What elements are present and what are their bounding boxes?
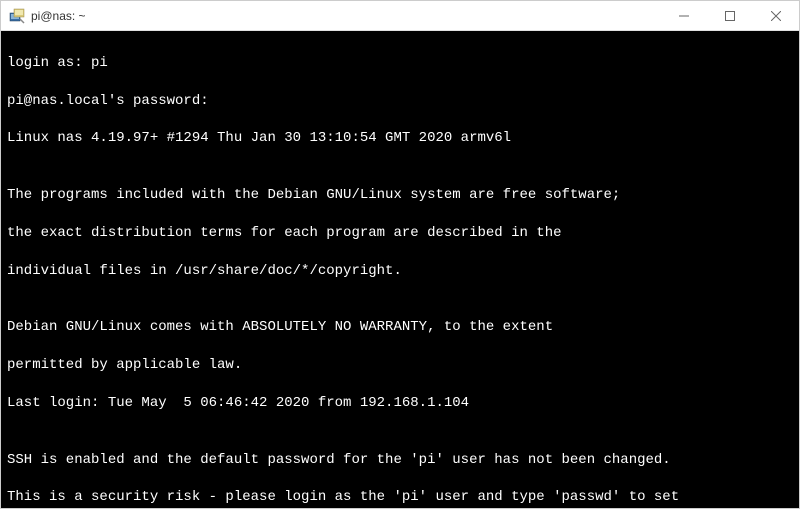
- terminal-line: login as: pi: [7, 54, 793, 73]
- terminal-line: Debian GNU/Linux comes with ABSOLUTELY N…: [7, 318, 793, 337]
- minimize-button[interactable]: [661, 1, 707, 30]
- terminal-line: individual files in /usr/share/doc/*/cop…: [7, 262, 793, 281]
- putty-icon: [9, 8, 25, 24]
- terminal-line: pi@nas.local's password:: [7, 92, 793, 111]
- terminal-line: Linux nas 4.19.97+ #1294 Thu Jan 30 13:1…: [7, 129, 793, 148]
- terminal-line: Last login: Tue May 5 06:46:42 2020 from…: [7, 394, 793, 413]
- titlebar[interactable]: pi@nas: ~: [1, 1, 799, 31]
- terminal-line: the exact distribution terms for each pr…: [7, 224, 793, 243]
- window-title: pi@nas: ~: [31, 9, 661, 23]
- terminal-line: The programs included with the Debian GN…: [7, 186, 793, 205]
- putty-window: pi@nas: ~ login as: pi pi@nas.local's pa…: [0, 0, 800, 509]
- terminal-line: permitted by applicable law.: [7, 356, 793, 375]
- terminal-area[interactable]: login as: pi pi@nas.local's password: Li…: [1, 31, 799, 508]
- close-button[interactable]: [753, 1, 799, 30]
- window-controls: [661, 1, 799, 30]
- terminal-line: This is a security risk - please login a…: [7, 488, 793, 507]
- maximize-button[interactable]: [707, 1, 753, 30]
- terminal-line: SSH is enabled and the default password …: [7, 451, 793, 470]
